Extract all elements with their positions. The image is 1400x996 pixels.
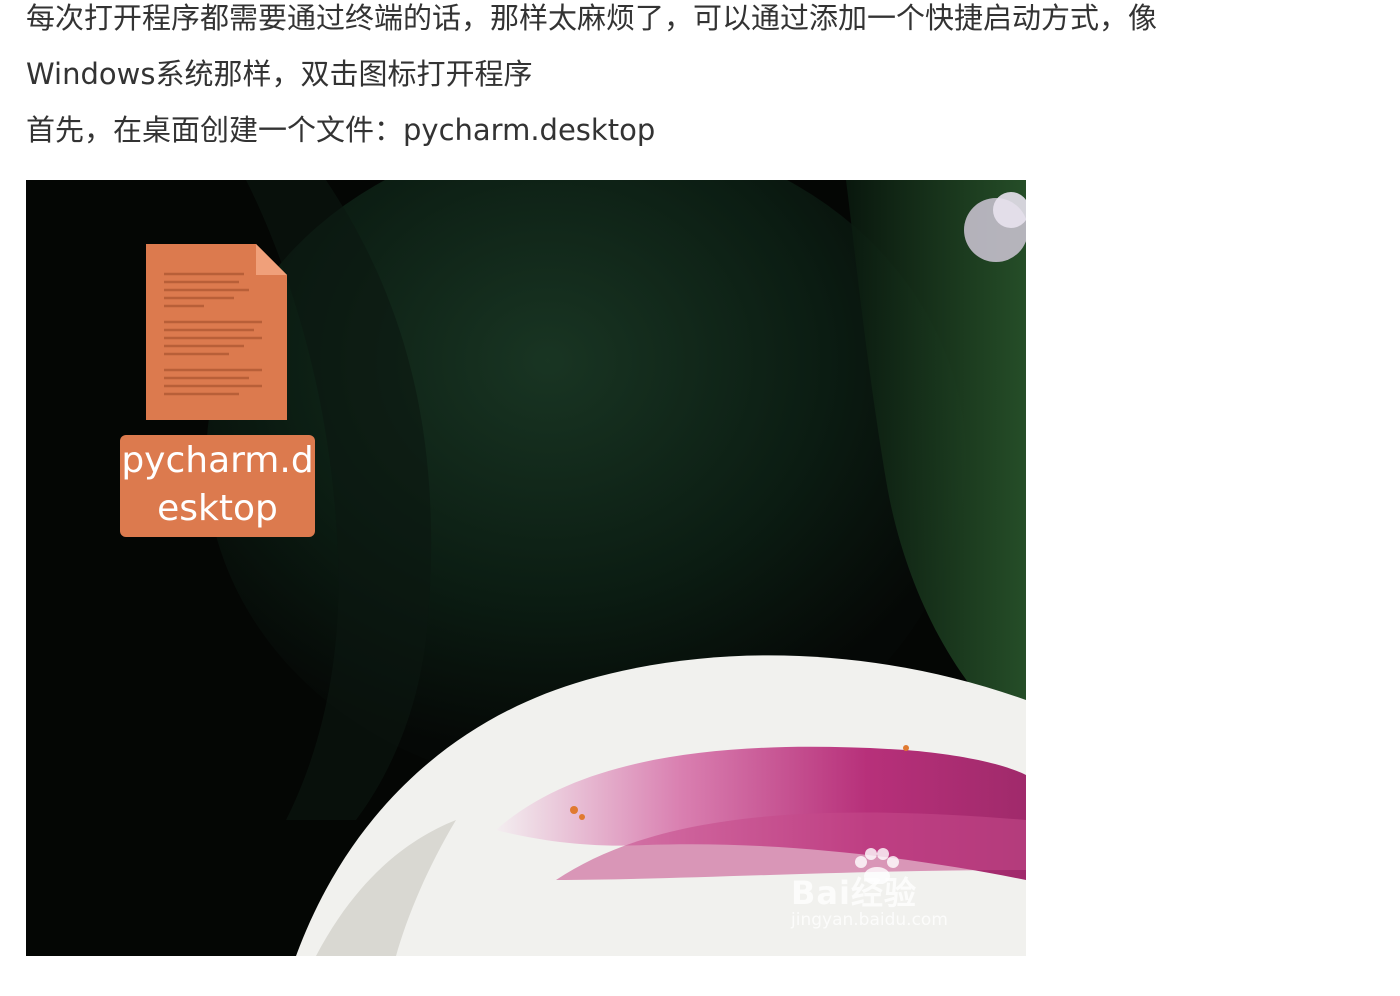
desktop-screenshot-image: pycharm.desktop Bai经验 jingyan.baidu.com xyxy=(26,180,1026,956)
step-paragraph: 首先，在桌面创建一个文件：pycharm.desktop xyxy=(26,113,656,147)
file-icon-label[interactable]: pycharm.desktop xyxy=(120,435,315,537)
intro-paragraph-line-2: Windows系统那样，双击图标打开程序 xyxy=(26,57,533,91)
article-body: 每次打开程序都需要通过终端的话，那样太麻烦了，可以通过添加一个快捷启动方式，像 … xyxy=(26,0,1386,158)
watermark-url: jingyan.baidu.com xyxy=(791,910,948,930)
intro-paragraph-line-1: 每次打开程序都需要通过终端的话，那样太麻烦了，可以通过添加一个快捷启动方式，像 xyxy=(26,1,1158,35)
baidu-watermark: Bai经验 jingyan.baidu.com xyxy=(791,848,1011,938)
watermark-brand: Bai经验 xyxy=(791,874,917,912)
text-file-icon[interactable] xyxy=(144,242,289,422)
